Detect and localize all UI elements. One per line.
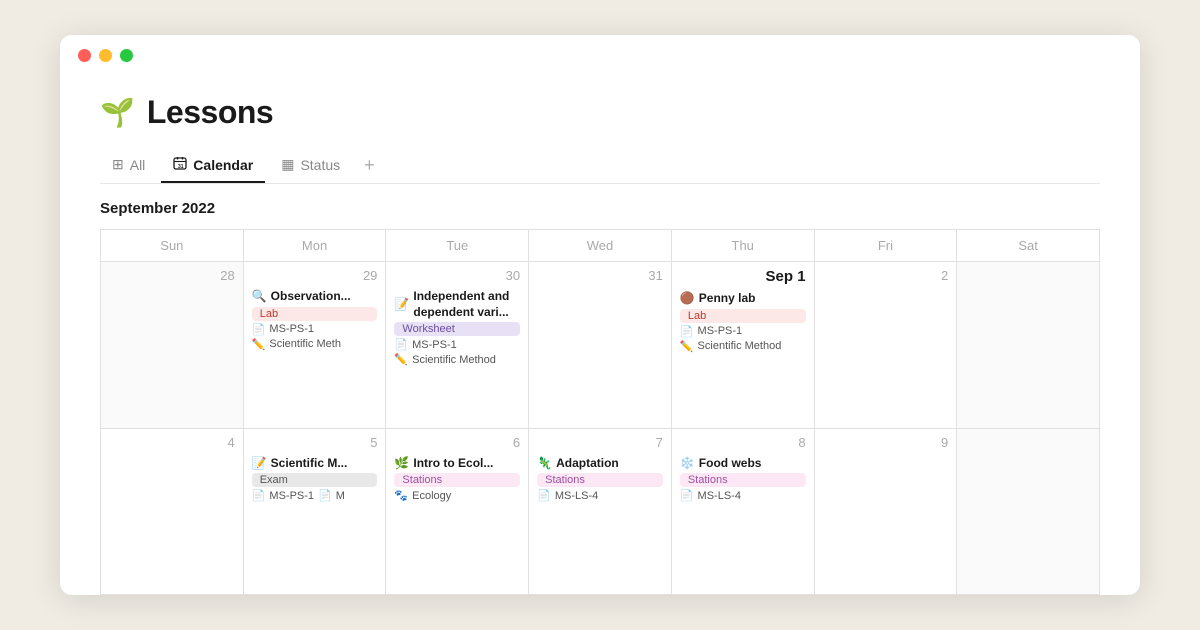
cell-sat2 [957,429,1100,596]
day-header-fri: Fri [815,230,958,262]
minimize-button[interactable] [99,49,112,62]
cell-7: 7 🦎 Adaptation Stations 📄 MS-LS-4 [529,429,672,596]
date-2: 2 [823,268,949,283]
tab-status[interactable]: ▦ Status [269,148,352,183]
calendar-grid: 28 29 🔍 Observation... Lab 📄 MS-PS-1 [100,262,1100,595]
date-30: 30 [394,268,520,283]
app-window: 🌱 Lessons ⊞ All 31 Calendar [60,35,1140,595]
tab-calendar[interactable]: 31 Calendar [161,148,265,183]
date-9: 9 [823,435,949,450]
event-independent[interactable]: 📝 Independent and dependent vari... Work… [394,289,520,366]
tab-all-label: All [130,157,146,173]
page-title: Lessons [147,94,273,131]
event-observation-title: 🔍 Observation... [252,289,378,305]
month-label: September 2022 [100,184,1100,229]
status-icon: ▦ [281,156,294,173]
cell-5: 5 📝 Scientific M... Exam 📄 MS-PS-1 📄 M [244,429,387,596]
cell-2: 2 [815,262,958,429]
calendar-area: September 2022 Sun Mon Tue Wed Thu Fri S… [100,184,1100,595]
date-7: 7 [537,435,663,450]
date-6: 6 [394,435,520,450]
fullscreen-button[interactable] [120,49,133,62]
date-28: 28 [109,268,235,283]
event-pennylab[interactable]: 🟤 Penny lab Lab 📄 MS-PS-1 ✏️ Scientific … [680,291,806,353]
svg-text:31: 31 [178,164,184,170]
tab-calendar-label: Calendar [193,157,253,173]
titlebar [60,35,1140,76]
day-header-sat: Sat [957,230,1100,262]
event-adaptation-title: 🦎 Adaptation [537,456,663,472]
badge-lab-1: Lab [252,307,378,321]
meta-observation-tag: ✏️ Scientific Meth [252,338,378,351]
meta-independent-doc: 📄 MS-PS-1 [394,338,520,351]
day-headers: Sun Mon Tue Wed Thu Fri Sat [100,229,1100,262]
cell-29: 29 🔍 Observation... Lab 📄 MS-PS-1 ✏️ [244,262,387,429]
event-foodwebs[interactable]: ❄️ Food webs Stations 📄 MS-LS-4 [680,456,806,503]
cell-4: 4 [101,429,244,596]
badge-exam-1: Exam [252,473,378,487]
meta-foodwebs-doc: 📄 MS-LS-4 [680,489,806,502]
event-observation[interactable]: 🔍 Observation... Lab 📄 MS-PS-1 ✏️ Scient… [252,289,378,351]
cell-30: 30 📝 Independent and dependent vari... W… [386,262,529,429]
meta-scientificm-docs: 📄 MS-PS-1 📄 M [252,489,378,502]
date-8: 8 [680,435,806,450]
day-header-thu: Thu [672,230,815,262]
date-4: 4 [109,435,235,450]
event-ecology-title: 🌿 Intro to Ecol... [394,456,520,472]
date-29: 29 [252,268,378,283]
main-content: 🌱 Lessons ⊞ All 31 Calendar [60,76,1140,595]
meta-independent-tag: ✏️ Scientific Method [394,353,520,366]
meta-pennylab-doc: 📄 MS-PS-1 [680,325,806,338]
event-scientificm[interactable]: 📝 Scientific M... Exam 📄 MS-PS-1 📄 M [252,456,378,503]
cell-8: 8 ❄️ Food webs Stations 📄 MS-LS-4 [672,429,815,596]
all-icon: ⊞ [112,156,124,173]
badge-stations-2: Stations [537,473,663,487]
cell-28: 28 [101,262,244,429]
tab-status-label: Status [300,157,340,173]
event-pennylab-title: 🟤 Penny lab [680,291,806,307]
badge-stations-1: Stations [394,473,520,487]
cell-6: 6 🌿 Intro to Ecol... Stations 🐾 Ecology [386,429,529,596]
event-adaptation[interactable]: 🦎 Adaptation Stations 📄 MS-LS-4 [537,456,663,503]
day-header-wed: Wed [529,230,672,262]
page-header: 🌱 Lessons [100,76,1100,147]
meta-ecology-doc: 🐾 Ecology [394,489,520,502]
close-button[interactable] [78,49,91,62]
date-31: 31 [537,268,663,283]
meta-pennylab-tag: ✏️ Scientific Method [680,340,806,353]
meta-adaptation-doc: 📄 MS-LS-4 [537,489,663,502]
tab-all[interactable]: ⊞ All [100,148,157,183]
event-foodwebs-title: ❄️ Food webs [680,456,806,472]
page-icon: 🌱 [100,96,135,129]
badge-stations-3: Stations [680,473,806,487]
date-sep1: Sep 1 [680,268,806,285]
traffic-lights [78,49,133,62]
badge-worksheet-1: Worksheet [394,322,520,336]
day-header-tue: Tue [386,230,529,262]
day-header-sun: Sun [101,230,244,262]
date-5: 5 [252,435,378,450]
meta-observation-doc: 📄 MS-PS-1 [252,323,378,336]
cell-sep1: Sep 1 🟤 Penny lab Lab 📄 MS-PS-1 ✏️ [672,262,815,429]
cell-sat1 [957,262,1100,429]
calendar-icon: 31 [173,156,187,173]
cell-9: 9 [815,429,958,596]
event-ecology[interactable]: 🌿 Intro to Ecol... Stations 🐾 Ecology [394,456,520,503]
badge-lab-2: Lab [680,309,806,323]
event-scientificm-title: 📝 Scientific M... [252,456,378,472]
tabs-bar: ⊞ All 31 Calendar ▦ Status [100,147,1100,184]
cell-31: 31 [529,262,672,429]
day-header-mon: Mon [244,230,387,262]
event-independent-title: 📝 Independent and dependent vari... [394,289,520,320]
add-view-button[interactable]: + [356,147,383,184]
